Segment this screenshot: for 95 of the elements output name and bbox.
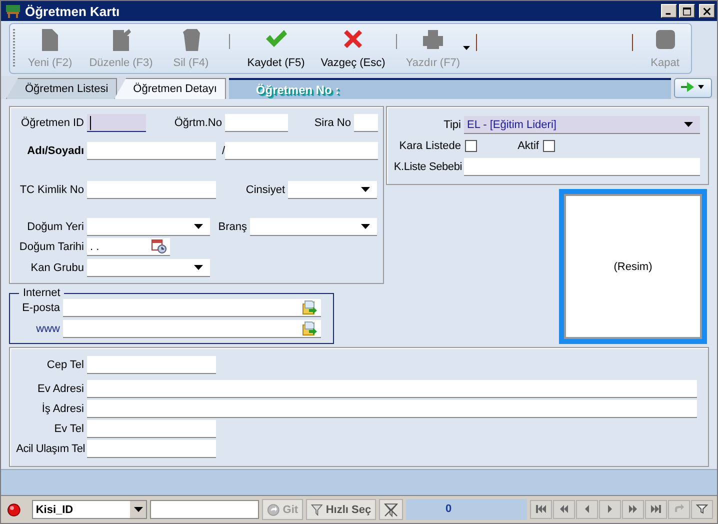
dropdown-field[interactable]: EL - [Eğitim Lideri] — [464, 116, 700, 134]
dropdown-arrow-icon — [194, 224, 203, 229]
first-icon — [535, 504, 547, 514]
status-button[interactable]: Hızlı Seç — [306, 499, 376, 520]
group-title: Internet — [22, 287, 62, 299]
window-title: Öğretmen Kartı — [25, 4, 120, 18]
field-label: Cep Tel — [46, 359, 85, 371]
field-label: Ev Tel — [53, 423, 85, 435]
date-field[interactable]: . . — [87, 238, 170, 256]
field-dropdown[interactable]: Kisi_ID — [32, 500, 148, 519]
field-label: Kara Listede — [398, 140, 462, 152]
text-field[interactable] — [87, 142, 216, 160]
field-label: Tipi — [442, 119, 462, 131]
field-label: Doğum Tarihi — [18, 241, 85, 253]
text-field[interactable] — [87, 420, 216, 438]
tab[interactable]: Öğretmen Detayı — [114, 78, 226, 99]
field-label: Acil Ulaşım Tel — [15, 443, 86, 455]
text-field[interactable] — [87, 380, 697, 398]
field-label: www — [35, 323, 61, 335]
first-record-button[interactable] — [530, 500, 552, 519]
text-field[interactable] — [87, 114, 146, 132]
text-field[interactable] — [87, 440, 216, 458]
dropdown-arrow-icon — [194, 265, 203, 270]
printer-icon — [420, 27, 446, 52]
funnel-cross-icon — [383, 502, 400, 518]
record-count: 0 — [406, 499, 527, 520]
refresh-icon — [673, 504, 685, 514]
text-field[interactable] — [225, 114, 288, 132]
filter-button[interactable] — [691, 500, 713, 519]
text-field[interactable] — [354, 114, 378, 132]
dropdown-field[interactable] — [250, 218, 377, 236]
toolbar-button[interactable]: Kaydet (F5) — [236, 24, 316, 73]
checkbox[interactable] — [543, 140, 555, 152]
field-label: / — [220, 145, 225, 157]
folder-arrow-icon — [302, 321, 318, 336]
dropdown-field[interactable] — [288, 181, 377, 199]
field-label: Branş — [217, 221, 248, 233]
field-label: Aktif — [516, 140, 540, 152]
previous-page-button[interactable] — [553, 500, 575, 519]
double-left-icon — [558, 504, 570, 514]
teacher-number-label: Öğretmen No : — [256, 82, 340, 96]
checkbox[interactable] — [465, 140, 477, 152]
url-field[interactable] — [63, 299, 321, 317]
field-label: Öğrtm.No — [173, 117, 223, 129]
calendar-clock-icon — [151, 239, 167, 254]
next-page-button[interactable] — [622, 500, 644, 519]
text-field[interactable] — [225, 142, 378, 160]
close-icon — [703, 7, 711, 16]
maximize-icon — [683, 7, 691, 16]
close-button[interactable] — [699, 4, 715, 18]
dropdown-arrow-icon — [684, 122, 693, 127]
field-label: Adı/Soyadı — [26, 145, 85, 157]
photo-frame[interactable]: (Resim) — [559, 189, 707, 344]
dropdown-field[interactable] — [87, 259, 210, 277]
clear-filter-button[interactable] — [379, 499, 404, 520]
field-label: Kan Grubu — [30, 262, 85, 274]
text-field[interactable] — [464, 158, 700, 176]
status-light-icon — [7, 502, 21, 516]
folder-arrow-icon — [302, 300, 318, 315]
field-label: TC Kimlik No — [18, 184, 85, 196]
field-label: K.Liste Sebebi — [392, 161, 463, 173]
text-field[interactable] — [87, 400, 697, 418]
play-icon — [681, 82, 705, 92]
field-label: Sira No — [313, 117, 352, 129]
dropdown-arrow-icon — [463, 46, 470, 50]
go-icon — [267, 502, 280, 516]
tab[interactable]: Öğretmen Listesi — [6, 78, 118, 99]
double-right-icon — [627, 504, 639, 514]
minimize-button[interactable] — [661, 4, 677, 18]
dropdown-arrow-icon — [361, 224, 370, 229]
run-menu-button[interactable] — [674, 78, 712, 98]
last-icon — [650, 504, 662, 514]
url-field[interactable] — [63, 320, 321, 338]
dropdown-arrow-icon — [134, 507, 143, 512]
grip-icon — [13, 28, 16, 68]
search-field[interactable] — [150, 500, 260, 519]
text-field[interactable] — [87, 181, 216, 199]
field-label: İş Adresi — [40, 403, 85, 415]
field-label: Ev Adresi — [36, 383, 85, 395]
dropdown-field[interactable] — [87, 218, 210, 236]
desk-icon — [5, 3, 21, 19]
photo-placeholder: (Resim) — [614, 260, 652, 272]
funnel-icon — [696, 504, 708, 514]
field-label: E-posta — [21, 302, 61, 314]
funnel-icon — [311, 502, 323, 516]
field-label: Öğretmen ID — [20, 117, 85, 129]
toolbar-button[interactable]: Vazgeç (Esc) — [316, 24, 390, 73]
field-label: Doğum Yeri — [26, 221, 85, 233]
maximize-button[interactable] — [679, 4, 695, 18]
text-field[interactable] — [87, 356, 216, 374]
last-record-button[interactable] — [645, 500, 667, 519]
next-record-button[interactable] — [599, 500, 621, 519]
previous-record-button[interactable] — [576, 500, 598, 519]
field-label: Cinsiyet — [244, 184, 286, 196]
dropdown-arrow-icon — [361, 187, 370, 192]
